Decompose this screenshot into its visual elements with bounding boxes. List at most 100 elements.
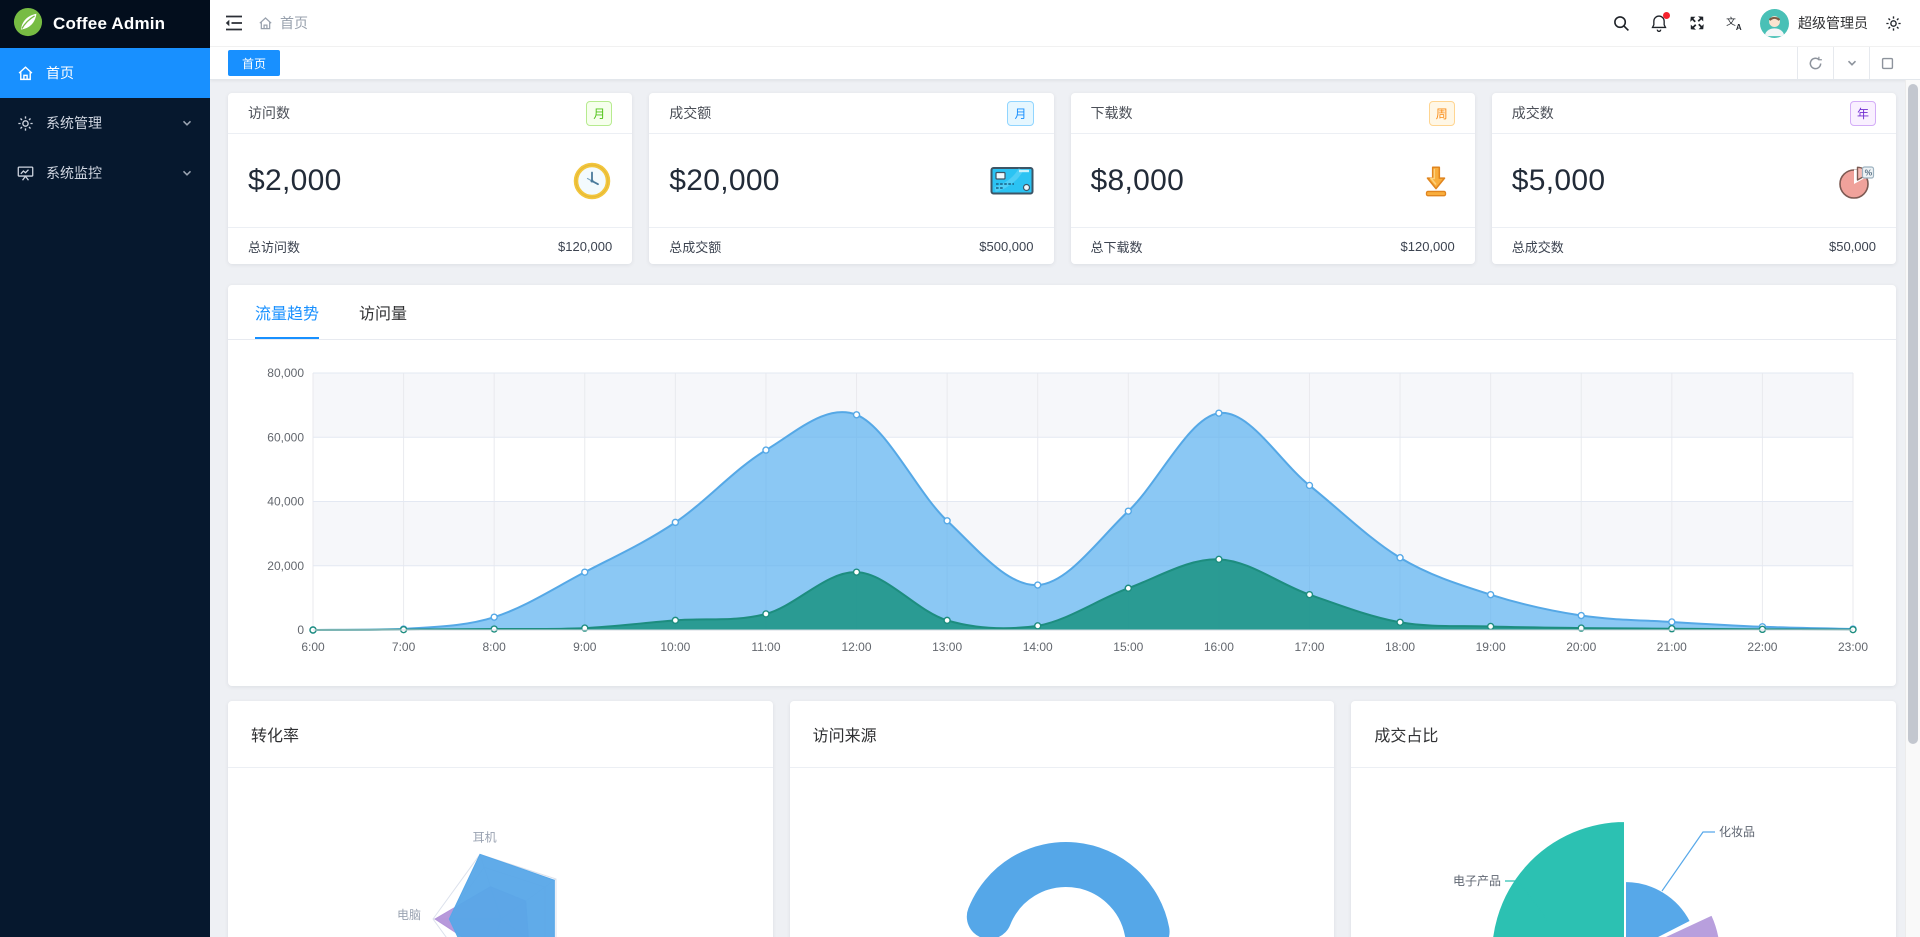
navbar-actions: 文A 超级管理员 [1602, 0, 1920, 47]
svg-text:文: 文 [1726, 15, 1736, 28]
user-menu[interactable]: 超级管理员 [1754, 8, 1878, 38]
stat-card-title: 成交数 [1511, 105, 1554, 121]
breadcrumb-home: 首页 [280, 15, 308, 31]
svg-text:12:00: 12:00 [842, 640, 872, 654]
sidebar-item-label: 系统管理 [46, 115, 102, 131]
navbar: 首页 文A 超级管理员 [210, 0, 1920, 47]
stat-card-1: 成交额 月 $20,000 总成交额 $500,000 [649, 93, 1054, 264]
chevron-down-icon [181, 117, 193, 129]
card-title: 访问来源 [789, 701, 1335, 768]
svg-text:电脑: 电脑 [397, 908, 421, 922]
sidebar-item-0[interactable]: 首页 [0, 48, 210, 98]
sidebar-menu: 首页 系统管理 系统监控 [0, 48, 210, 198]
notification-bell-icon[interactable] [1640, 0, 1678, 47]
sidebar-item-1[interactable]: 系统管理 [0, 98, 210, 148]
svg-text:电子产品: 电子产品 [1453, 874, 1501, 888]
deal-share-pie-chart: 电子产品 化妆品 [1453, 819, 1755, 937]
username: 超级管理员 [1798, 15, 1868, 31]
sidebar-item-label: 首页 [46, 65, 74, 81]
download-icon [1417, 162, 1455, 200]
spring-leaf-logo-icon [13, 7, 43, 42]
stat-footer-label: 总访问数 [248, 239, 301, 255]
conversion-radar-chart: 电脑耳机充电器 [397, 831, 557, 937]
svg-text:13:00: 13:00 [932, 640, 962, 654]
stat-card-title: 访问数 [248, 105, 290, 121]
maximize-icon[interactable] [1869, 47, 1905, 79]
gear-icon [17, 114, 35, 132]
stat-footer-value: $120,000 [558, 238, 613, 254]
avatar [1760, 8, 1789, 38]
home-icon [258, 16, 273, 31]
stat-card-2: 下载数 周 $8,000 总下载数 $120,000 [1070, 93, 1475, 264]
tab-controls [1797, 47, 1920, 79]
sidebar-item-2[interactable]: 系统监控 [0, 148, 210, 198]
svg-text:6:00: 6:00 [301, 640, 325, 654]
sidebar-fold-icon[interactable] [210, 0, 258, 46]
bottom-cards-row: 转化率 电脑耳机充电器 访问来源 成交占比 电子产品化妆品 [228, 701, 1897, 937]
sidebar-item-label: 系统监控 [46, 165, 102, 181]
scrollbar-track[interactable] [1905, 80, 1920, 937]
svg-text:40,000: 40,000 [267, 495, 304, 509]
breadcrumb[interactable]: 首页 [258, 13, 308, 33]
search-icon[interactable] [1602, 0, 1640, 47]
sidebar: Coffee Admin 首页 系统管理 系统监控 [0, 0, 210, 937]
card-title: 转化率 [228, 701, 773, 768]
monitor-icon [17, 164, 35, 182]
svg-text:15:00: 15:00 [1113, 640, 1143, 654]
tab-home[interactable]: 首页 [228, 50, 281, 76]
svg-text:20,000: 20,000 [267, 559, 304, 573]
notification-dot [1663, 11, 1670, 19]
traffic-trend-card: 流量趋势 访问量 0 20,000 40,000 60,000 80,000 6:00 7:0… [228, 285, 1896, 686]
svg-text:23:00: 23:00 [1838, 640, 1868, 654]
stat-card-3: 成交数 年 $5,000 % 总成交数 $50,000 [1491, 93, 1896, 264]
credit-card-icon [990, 164, 1034, 197]
trend-tab-0[interactable]: 流量趋势 [255, 300, 320, 339]
trend-tab-1[interactable]: 访问量 [359, 300, 407, 339]
trend-tabs: 流量趋势 访问量 [228, 285, 1896, 340]
refresh-icon[interactable] [1797, 47, 1833, 79]
stat-value: $2,000 [248, 163, 342, 197]
stat-footer-label: 总成交额 [669, 239, 722, 255]
stat-value: $20,000 [669, 163, 780, 197]
stat-footer-label: 总成交数 [1511, 239, 1564, 255]
settings-gear-icon[interactable] [1878, 0, 1908, 47]
stat-value: $5,000 [1511, 163, 1606, 197]
stat-footer-value: $120,000 [1400, 238, 1455, 254]
stat-footer-label: 总下载数 [1090, 239, 1143, 255]
fullscreen-icon[interactable] [1678, 0, 1716, 47]
translate-icon[interactable]: 文A [1716, 0, 1754, 47]
stat-card-title: 下载数 [1090, 105, 1133, 121]
svg-text:0: 0 [297, 623, 304, 637]
svg-text:20:00: 20:00 [1566, 640, 1596, 654]
period-badge: 年 [1849, 100, 1876, 126]
stat-cards-row: 访问数 月 $2,000 总访问数 $120,000 成交额 月 $20,000… [228, 93, 1896, 264]
main-content: 访问数 月 $2,000 总访问数 $120,000 成交额 月 $20,000… [210, 80, 1905, 937]
svg-text:A: A [1736, 23, 1742, 31]
svg-text:化妆品: 化妆品 [1719, 825, 1755, 839]
chevron-down-icon[interactable] [1833, 47, 1869, 79]
svg-text:16:00: 16:00 [1204, 640, 1234, 654]
app-title: Coffee Admin [53, 14, 166, 33]
tabs-bar: 首页 [210, 47, 1920, 80]
svg-text:21:00: 21:00 [1657, 640, 1687, 654]
svg-text:18:00: 18:00 [1385, 640, 1415, 654]
stat-value: $8,000 [1090, 163, 1185, 197]
clock-icon [572, 161, 612, 201]
traffic-trend-chart: 0 20,000 40,000 60,000 80,000 6:00 7:00 8:00 9:0… [267, 366, 1868, 654]
stat-footer-value: $50,000 [1829, 238, 1876, 254]
period-badge: 周 [1428, 100, 1455, 126]
visit-source-donut-chart [966, 842, 1170, 937]
visit-source-card: 访问来源 [789, 701, 1335, 937]
svg-text:8:00: 8:00 [482, 640, 506, 654]
svg-text:14:00: 14:00 [1023, 640, 1053, 654]
svg-text:9:00: 9:00 [573, 640, 597, 654]
scrollbar-thumb[interactable] [1908, 84, 1918, 744]
home-icon [17, 64, 35, 82]
pie-icon: % [1836, 161, 1876, 201]
svg-text:17:00: 17:00 [1294, 640, 1324, 654]
svg-text:7:00: 7:00 [392, 640, 416, 654]
app-logo: Coffee Admin [0, 0, 210, 48]
stat-footer-value: $500,000 [979, 238, 1034, 254]
stat-card-title: 成交额 [669, 105, 712, 121]
svg-text:80,000: 80,000 [267, 366, 304, 380]
